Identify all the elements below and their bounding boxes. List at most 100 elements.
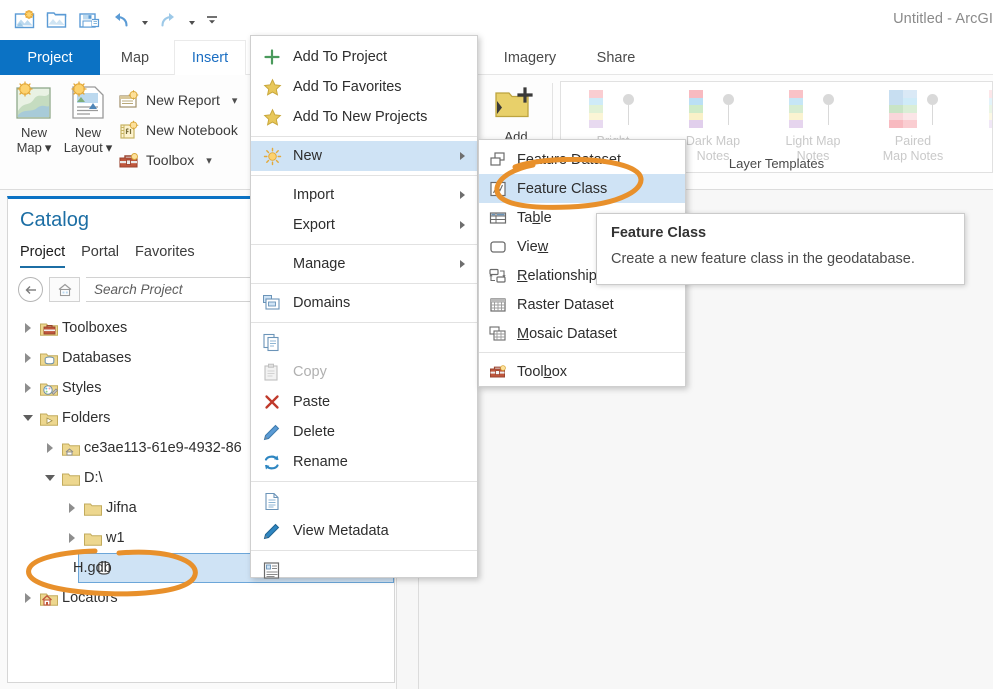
catalog-tab-portal[interactable]: Portal: [81, 244, 119, 268]
toolbox-label: Toolbox: [146, 152, 195, 168]
toolbox-button[interactable]: Toolbox ▾: [118, 147, 212, 173]
menu-separator: [251, 322, 477, 323]
layer-template-symbol-icon: [683, 90, 743, 130]
table-icon: [479, 209, 517, 227]
tree-item-label: D:\: [84, 470, 103, 486]
tab-project[interactable]: Project: [0, 40, 100, 75]
refresh-icon: [251, 453, 293, 472]
ribbon-group-project: New Map ▾ New Layout ▾ New Report ▾ New …: [0, 75, 250, 189]
submenu-item-label: Relationship: [517, 267, 597, 284]
menu-item-export[interactable]: Export: [251, 210, 477, 240]
customize-quick-access-toolbar-icon[interactable]: [200, 6, 224, 34]
menu-item-rename[interactable]: Delete: [251, 417, 477, 447]
new-report-dropdown-icon[interactable]: ▾: [232, 94, 238, 107]
tab-map[interactable]: Map: [104, 40, 166, 75]
redo-dropdown-icon[interactable]: [185, 6, 198, 34]
new-map-dropdown-icon[interactable]: ▾: [45, 140, 52, 155]
database-folder-icon: [36, 350, 62, 367]
tooltip-title: Feature Class: [611, 225, 707, 241]
menu-item-add-to-project[interactable]: Add To Project: [251, 42, 477, 72]
menu-item-manage[interactable]: Manage: [251, 249, 477, 279]
undo-dropdown-icon[interactable]: [138, 6, 151, 34]
tree-item-label: Toolboxes: [62, 320, 128, 336]
new-project-icon[interactable]: [10, 6, 40, 34]
menu-item-properties[interactable]: [251, 555, 477, 585]
back-icon[interactable]: [18, 277, 43, 302]
submenu-arrow-icon: [460, 221, 465, 229]
feature-dataset-icon: [479, 151, 517, 169]
submenu-separator: [479, 352, 685, 353]
menu-item-domains[interactable]: Domains: [251, 288, 477, 318]
submenu-item-label: View: [517, 238, 549, 255]
new-notebook-button[interactable]: New Notebook: [118, 117, 238, 143]
expand-collapse-icon[interactable]: [20, 593, 36, 603]
new-report-label: New Report: [146, 92, 220, 108]
menu-separator: [251, 550, 477, 551]
new-layout-icon: [71, 81, 104, 119]
add-button[interactable]: Add: [488, 83, 544, 144]
tab-imagery[interactable]: Imagery: [488, 40, 572, 75]
catalog-tab-project[interactable]: Project: [20, 244, 66, 268]
toolbox-dropdown-icon[interactable]: ▾: [206, 154, 212, 167]
submenu-item-raster-dataset[interactable]: Raster Dataset: [479, 290, 685, 319]
menu-item-label: Add To New Projects: [293, 109, 428, 125]
new-map-button[interactable]: New Map ▾: [6, 81, 62, 155]
relationship-icon: [479, 267, 517, 285]
submenu-item-toolbox[interactable]: Toolbox: [479, 357, 685, 386]
menu-item-edit-metadata[interactable]: View Metadata: [251, 516, 477, 546]
redo-icon[interactable]: [153, 6, 183, 34]
arcgis-pro-window: Untitled - ArcGI Project Map Insert Imag…: [0, 0, 993, 689]
menu-item-add-to-favorites[interactable]: Add To Favorites: [251, 72, 477, 102]
new-layout-label-line1: New: [74, 125, 101, 140]
menu-item-import[interactable]: Import: [251, 180, 477, 210]
expand-collapse-icon[interactable]: [42, 443, 58, 453]
tree-item-locators[interactable]: Locators: [8, 583, 394, 613]
expand-collapse-icon[interactable]: [42, 475, 58, 481]
new-layout-dropdown-icon[interactable]: ▾: [106, 140, 113, 155]
menu-item-copy[interactable]: [251, 327, 477, 357]
submenu-item-label: Table: [517, 209, 552, 226]
rename-pencil-icon: [251, 423, 293, 442]
menu-item-refresh[interactable]: Rename: [251, 447, 477, 477]
menu-item-new[interactable]: New: [251, 141, 477, 171]
menu-item-add-to-new-projects[interactable]: Add To New Projects: [251, 102, 477, 132]
submenu-arrow-icon: [460, 260, 465, 268]
feature-class-tooltip: Feature Class Create a new feature class…: [596, 213, 965, 285]
menu-separator: [251, 244, 477, 245]
submenu-item-mosaic-dataset[interactable]: Mosaic Dataset: [479, 319, 685, 348]
toolbox-icon: [119, 153, 138, 168]
menu-item-label: Rename: [293, 454, 348, 470]
tree-item-label: w1: [106, 530, 125, 546]
menu-item-label: Export: [293, 217, 335, 233]
expand-collapse-icon[interactable]: [20, 323, 36, 333]
window-title: Untitled - ArcGI: [893, 11, 993, 27]
tab-share[interactable]: Share: [583, 40, 649, 75]
context-menu: Add To Project Add To Favorites Add To N…: [250, 35, 478, 579]
catalog-tab-favorites[interactable]: Favorites: [135, 244, 195, 268]
home-icon[interactable]: [49, 277, 80, 302]
new-map-icon: [16, 81, 51, 119]
save-project-icon[interactable]: [74, 6, 104, 34]
expand-collapse-icon[interactable]: [20, 415, 36, 421]
mosaic-dataset-icon: [479, 325, 517, 343]
undo-icon[interactable]: [106, 6, 136, 34]
new-report-button[interactable]: New Report ▾: [118, 87, 237, 113]
new-layout-button[interactable]: New Layout ▾: [60, 81, 116, 155]
open-project-icon[interactable]: [42, 6, 72, 34]
menu-item-label: Manage: [293, 256, 346, 272]
submenu-item-feature-class[interactable]: Feature Class: [479, 174, 685, 203]
menu-item-paste: Copy: [251, 357, 477, 387]
expand-collapse-icon[interactable]: [20, 383, 36, 393]
expand-collapse-icon[interactable]: [64, 533, 80, 543]
folder-icon: [58, 470, 84, 487]
add-folder-icon: [495, 87, 533, 118]
menu-item-label: Paste: [293, 394, 331, 410]
expand-collapse-icon[interactable]: [20, 353, 36, 363]
menu-separator: [251, 283, 477, 284]
submenu-item-feature-dataset[interactable]: Feature Dataset: [479, 145, 685, 174]
tab-insert[interactable]: Insert: [174, 40, 246, 75]
expand-collapse-icon[interactable]: [64, 503, 80, 513]
paste-icon: [251, 363, 293, 382]
menu-item-delete[interactable]: Paste: [251, 387, 477, 417]
menu-item-view-metadata[interactable]: [251, 486, 477, 516]
